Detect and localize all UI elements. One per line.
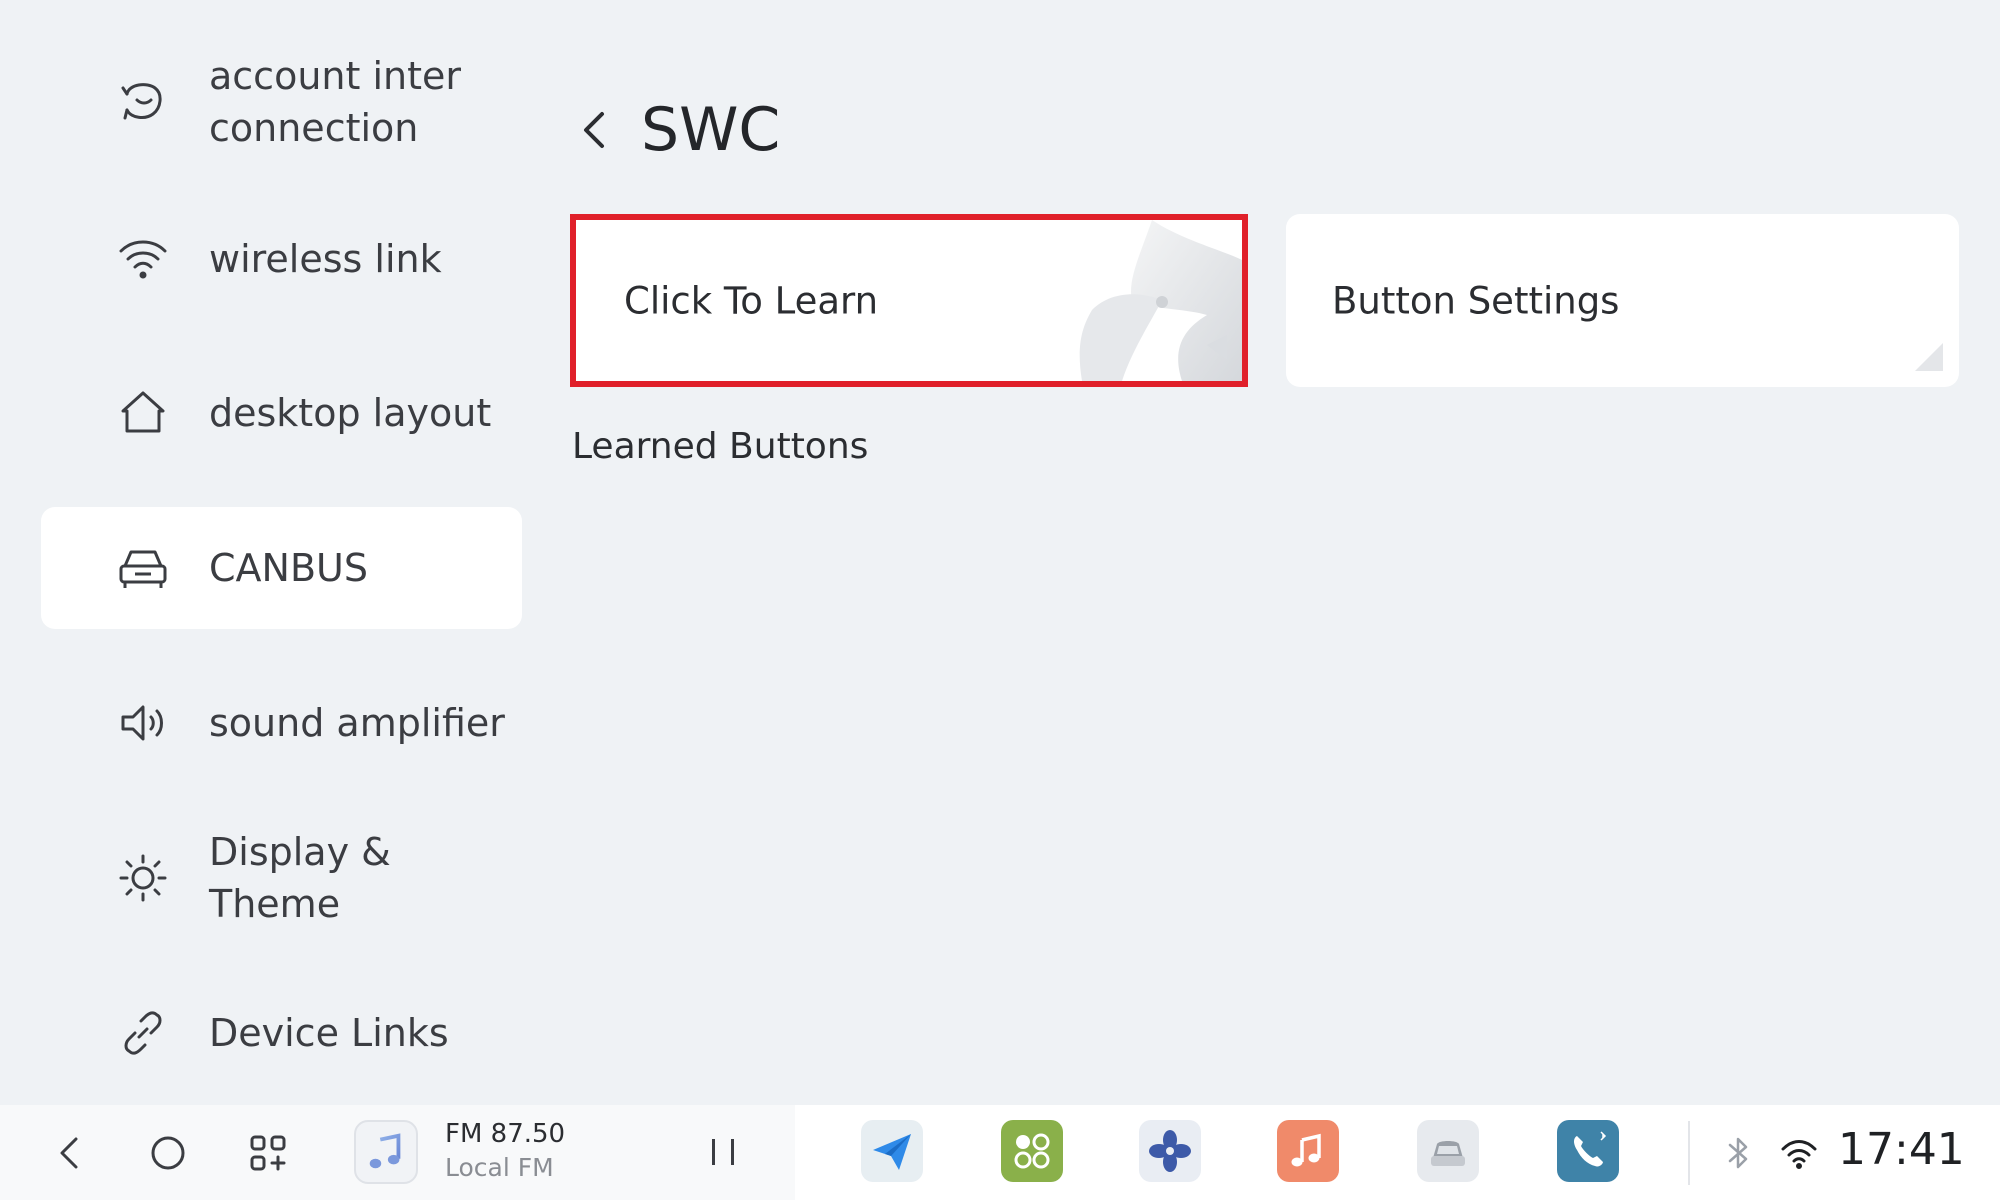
car-front-icon	[1431, 1141, 1465, 1166]
sidebar-item-label: Display & Theme	[209, 830, 391, 926]
click-to-learn-card[interactable]: Click To Learn	[570, 214, 1248, 387]
radio-station: Local FM	[445, 1153, 554, 1182]
fan-app[interactable]	[1139, 1120, 1201, 1182]
button-settings-card[interactable]: Button Settings	[1286, 214, 1959, 387]
speaker-icon	[115, 695, 171, 751]
back-button[interactable]	[566, 100, 626, 160]
sidebar-item-label: Device Links	[209, 1011, 449, 1055]
apps-grid-icon[interactable]	[242, 1127, 294, 1179]
taskbar-separator	[1688, 1121, 1690, 1185]
sidebar-item-display-theme[interactable]: Display & Theme	[41, 817, 522, 939]
fan-icon	[1149, 1130, 1191, 1172]
taskbar: FM 87.50 Local FM 17:41	[0, 1105, 2000, 1200]
sidebar-item-label: sound amplifier	[209, 701, 505, 745]
wifi-status-icon	[1779, 1133, 1819, 1173]
bluetooth-icon	[1718, 1133, 1758, 1173]
learned-buttons-heading: Learned Buttons	[572, 426, 869, 467]
music-note-icon	[1291, 1133, 1321, 1167]
account-link-icon	[115, 74, 171, 130]
sidebar-item-label: desktop layout	[209, 391, 492, 435]
link-icon	[115, 1005, 171, 1061]
home-circle-icon[interactable]	[142, 1127, 194, 1179]
music-app[interactable]	[1277, 1120, 1339, 1182]
sidebar-item-device-links[interactable]: Device Links	[41, 972, 522, 1094]
car-icon	[115, 540, 171, 596]
sidebar-item-canbus[interactable]: CANBUS	[41, 507, 522, 629]
circles-grid-icon	[1014, 1133, 1050, 1169]
sun-icon	[115, 850, 171, 906]
car-app[interactable]	[1417, 1120, 1479, 1182]
sidebar-item-sound-amplifier[interactable]: sound amplifier	[41, 662, 522, 784]
sidebar-item-desktop-layout[interactable]: desktop layout	[41, 352, 522, 474]
settings-screen: account inter connection wireless link d…	[0, 0, 2000, 1200]
back-icon[interactable]	[44, 1127, 96, 1179]
status-clock: 17:41	[1838, 1124, 1965, 1175]
home-icon	[115, 385, 171, 441]
click-to-learn-label: Click To Learn	[624, 279, 879, 322]
pause-icon[interactable]	[700, 1129, 746, 1175]
radio-music-icon[interactable]	[354, 1120, 418, 1184]
sidebar-item-account-interconnection[interactable]: account inter connection	[41, 41, 522, 163]
radio-frequency[interactable]: FM 87.50	[445, 1119, 565, 1149]
page-title: SWC	[641, 95, 781, 165]
paper-plane-icon	[873, 1134, 911, 1170]
navigation-app[interactable]	[861, 1120, 923, 1182]
phone-icon	[1574, 1131, 1607, 1167]
sidebar-item-label: account inter connection	[209, 54, 462, 150]
sidebar-item-wireless-link[interactable]: wireless link	[41, 198, 522, 320]
sidebar-item-label: wireless link	[209, 237, 442, 281]
sidebar: account inter connection wireless link d…	[0, 0, 540, 1105]
button-settings-label: Button Settings	[1332, 279, 1620, 322]
phone-app[interactable]	[1557, 1120, 1619, 1182]
chevron-left-icon	[584, 112, 604, 148]
taskbar-left: FM 87.50 Local FM	[0, 1105, 795, 1200]
sidebar-item-label: CANBUS	[209, 546, 368, 590]
apps-app[interactable]	[1001, 1120, 1063, 1182]
corner-triangle-icon	[1915, 343, 1943, 371]
wifi-icon	[115, 231, 171, 287]
steering-wheel-illustration	[1079, 220, 1242, 381]
